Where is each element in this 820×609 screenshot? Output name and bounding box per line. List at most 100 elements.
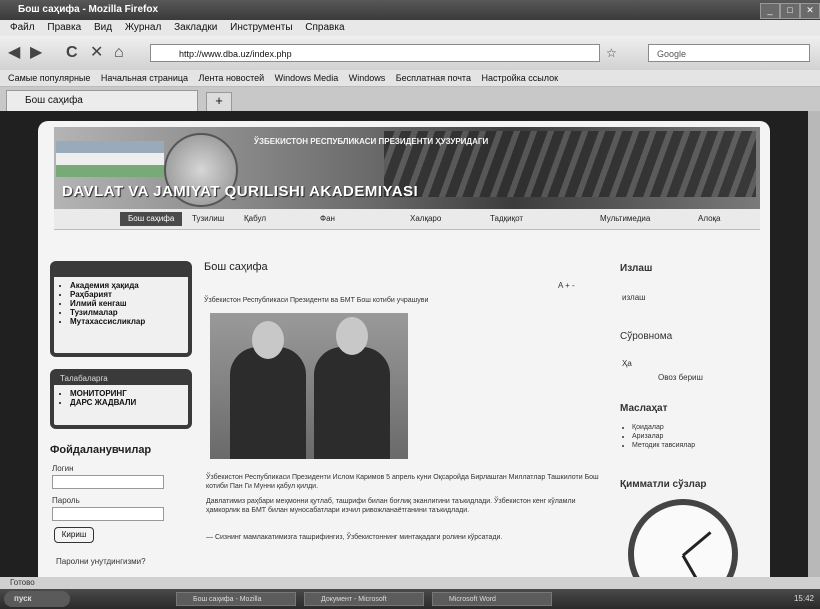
article-paragraph: — Сизнинг мамлакатимизга ташрифингиз, Ўз…	[206, 534, 503, 541]
bookmark-item[interactable]: Лента новостей	[199, 70, 265, 86]
menu-edit[interactable]: Правка	[47, 20, 81, 36]
article-caption: Ўзбекистон Республикаси Президенти ва БМ…	[204, 297, 429, 304]
consult-item[interactable]: Қоидалар	[632, 423, 695, 432]
sidebar-item[interactable]: МОНИТОРИНГ	[70, 389, 188, 398]
students-box: Талабаларга МОНИТОРИНГ ДАРС ЖАДВАЛИ	[50, 369, 192, 429]
taskbar-clock: 15:42	[793, 594, 814, 603]
taskbar-item[interactable]: Бош саҳифа - Mozilla	[176, 592, 296, 606]
taskbar: пуск Бош саҳифа - Mozilla Документ - Mic…	[0, 589, 820, 609]
article-paragraph: Давлатимиз раҳбари меҳмонни қутлаб, ташр…	[206, 498, 576, 514]
navigation-toolbar: ◀ ▶ C ✕ ⌂ http://www.dba.uz/index.php ☆ …	[0, 36, 820, 70]
page-title: Бош саҳифа	[204, 261, 268, 273]
poll-button[interactable]: Овоз бериш	[658, 373, 703, 382]
login-title: Фойдаланувчилар	[50, 444, 152, 456]
maximize-icon[interactable]: □	[780, 3, 800, 19]
bookmark-item[interactable]: Бесплатная почта	[396, 70, 471, 86]
menu-view[interactable]: Вид	[94, 20, 112, 36]
nav-item[interactable]: Тузилиш	[192, 212, 224, 226]
font-size-controls[interactable]: A + -	[558, 281, 575, 290]
menu-help[interactable]: Справка	[305, 20, 344, 36]
person-head	[252, 321, 284, 359]
tab-home[interactable]: Бош саҳифа	[6, 90, 198, 111]
person-figure	[314, 347, 390, 459]
nav-item[interactable]: Халқаро	[410, 212, 441, 226]
consult-title: Маслаҳат	[620, 403, 668, 414]
start-button[interactable]: пуск	[4, 591, 70, 607]
flag-stripe	[56, 141, 164, 153]
article-photo	[210, 313, 408, 459]
sidebar-item[interactable]: ДАРС ЖАДВАЛИ	[70, 398, 188, 407]
flag-stripe	[56, 165, 164, 177]
nav-item[interactable]: Алоқа	[698, 212, 721, 226]
sidebar-item[interactable]: Илмий кенгаш	[70, 299, 188, 308]
person-figure	[230, 347, 306, 459]
forgot-password-link[interactable]: Паролни унутдингизми?	[56, 557, 146, 566]
clock-icon	[628, 499, 738, 577]
menu-file[interactable]: Файл	[10, 20, 35, 36]
username-field[interactable]	[52, 475, 164, 489]
consult-item[interactable]: Методик тавсиялар	[632, 441, 695, 450]
taskbar-item[interactable]: Microsoft Word	[432, 592, 552, 606]
poll-title: Сўровнома	[620, 331, 673, 342]
flag-stripe	[56, 153, 164, 165]
banner-headline: ЎЗБЕКИСТОН РЕСПУБЛИКАСИ ПРЕЗИДЕНТИ ҲУЗУР…	[254, 137, 489, 146]
person-head	[336, 317, 368, 355]
consult-list: Қоидалар Аризалар Методик тавсиялар	[618, 423, 695, 450]
box-header	[54, 265, 188, 277]
close-icon[interactable]: ✕	[800, 3, 820, 19]
browser-window: Бош саҳифа - Mozilla Firefox _ □ ✕ Файл …	[0, 0, 820, 609]
consult-item[interactable]: Аризалар	[632, 432, 695, 441]
menu-bar: Файл Правка Вид Журнал Закладки Инструме…	[0, 20, 820, 36]
site-navigation: Бош саҳифа Тузилиш Қабул Фан Халқаро Тад…	[54, 209, 760, 230]
article-paragraph: Ўзбекистон Республикаси Президенти Ислом…	[206, 474, 599, 490]
username-label: Логин	[52, 464, 74, 473]
box-header: Талабаларга	[54, 373, 188, 385]
bookmark-item[interactable]: Начальная страница	[101, 70, 188, 86]
new-tab-button[interactable]: +	[206, 92, 232, 112]
nav-item[interactable]: Фан	[320, 212, 335, 226]
menu-bookmarks[interactable]: Закладки	[174, 20, 217, 36]
sidebar-item[interactable]: Тузилмалар	[70, 308, 188, 317]
bookmark-item[interactable]: Windows Media	[275, 70, 339, 86]
bookmark-item[interactable]: Настройка ссылок	[481, 70, 558, 86]
poll-option[interactable]: Ҳа	[622, 359, 632, 368]
clock-hand	[681, 554, 698, 577]
web-page: ЎЗБЕКИСТОН РЕСПУБЛИКАСИ ПРЕЗИДЕНТИ ҲУЗУР…	[38, 121, 770, 577]
clock-hand	[682, 531, 712, 557]
sidebar-item[interactable]: Раҳбарият	[70, 290, 188, 299]
home-icon[interactable]: ⌂	[114, 44, 124, 62]
nav-item[interactable]: Қабул	[244, 212, 266, 226]
bookmark-item[interactable]: Windows	[349, 70, 386, 86]
bookmark-star-icon[interactable]: ☆	[606, 44, 617, 62]
back-icon[interactable]: ◀	[8, 44, 20, 62]
search-input[interactable]: Google	[648, 44, 810, 62]
forward-icon[interactable]: ▶	[30, 44, 42, 62]
status-bar: Готово	[0, 577, 820, 589]
login-button[interactable]: Кириш	[54, 527, 94, 543]
vertical-scrollbar[interactable]	[808, 111, 820, 577]
address-bar[interactable]: http://www.dba.uz/index.php	[150, 44, 600, 62]
sidebar-item[interactable]: Академия ҳақида	[70, 281, 188, 290]
nav-item[interactable]: Мультимедиа	[600, 212, 650, 226]
page-viewport: ЎЗБЕКИСТОН РЕСПУБЛИКАСИ ПРЕЗИДЕНТИ ҲУЗУР…	[0, 111, 808, 577]
taskbar-item[interactable]: Документ - Microsoft	[304, 592, 424, 606]
values-title: Қимматли сўзлар	[620, 479, 707, 490]
menu-history[interactable]: Журнал	[125, 20, 162, 36]
password-field[interactable]	[52, 507, 164, 521]
sidebar-menu-box: Академия ҳақида Раҳбарият Илмий кенгаш Т…	[50, 261, 192, 357]
tab-bar: Бош саҳифа +	[0, 87, 820, 112]
sidebar-item[interactable]: Мутахассисликлар	[70, 317, 188, 326]
academy-name: DAVLAT VA JAMIYAT QURILISHI AKADEMIYASI	[62, 183, 419, 200]
stop-icon[interactable]: ✕	[90, 44, 103, 62]
reload-icon[interactable]: C	[66, 44, 78, 62]
site-search-field[interactable]: излаш	[622, 293, 646, 302]
bookmark-item[interactable]: Самые популярные	[8, 70, 90, 86]
title-bar: Бош саҳифа - Mozilla Firefox _ □ ✕	[0, 0, 820, 20]
nav-item-home[interactable]: Бош саҳифа	[120, 212, 183, 226]
password-label: Пароль	[52, 496, 80, 505]
nav-item[interactable]: Тадқиқот	[490, 212, 523, 226]
window-title: Бош саҳифа - Mozilla Firefox	[18, 4, 159, 15]
minimize-icon[interactable]: _	[760, 3, 780, 19]
menu-tools[interactable]: Инструменты	[230, 20, 292, 36]
search-title: Излаш	[620, 263, 653, 274]
